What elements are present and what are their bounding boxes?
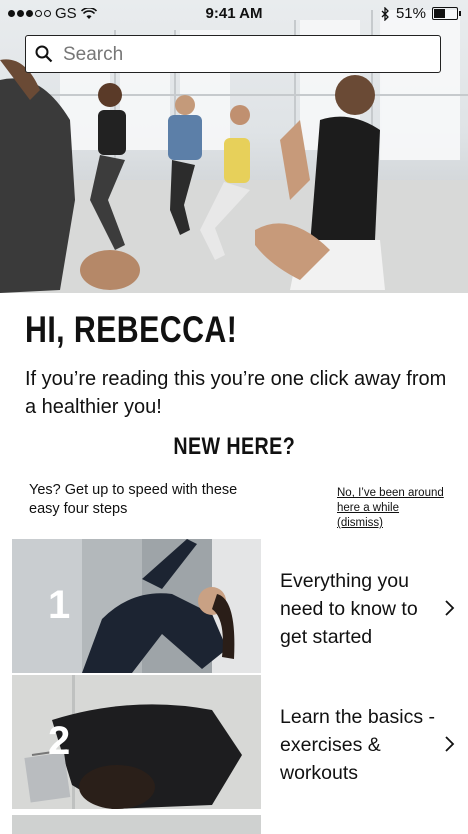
step-card[interactable]: 1 Everything you need to know to get sta… [12,539,468,673]
status-bar: GS 9:41 AM 51% [0,0,468,28]
section-title: NEW HERE? [0,433,468,461]
bluetooth-icon [381,6,389,21]
step-card[interactable]: 2 Learn the basics - exercises & workout… [12,675,468,809]
search-bar[interactable] [25,35,441,73]
chevron-right-icon [445,600,455,616]
next-card-peek [12,815,261,834]
battery-percent: 51% [395,5,426,22]
intro-text: If you’re reading this you’re one click … [25,368,447,418]
battery-icon [432,7,461,20]
step-text: Everything you need to know to get start… [280,570,418,648]
step-text: Learn the basics - exercises & workouts [280,706,436,784]
step-number: 1 [48,583,71,627]
dismiss-link[interactable]: No, I’ve been around here a while (dismi… [337,486,447,531]
search-icon [35,45,53,63]
steps-lead-text: Yes? Get up to speed with these easy fou… [29,482,238,517]
status-right: 51% [381,5,461,22]
step-number: 2 [48,719,71,763]
page-title: HI, REBECCA! [25,309,238,350]
chevron-right-icon [445,736,455,752]
new-here-title: NEW HERE? [173,433,295,460]
search-input[interactable] [61,41,435,69]
